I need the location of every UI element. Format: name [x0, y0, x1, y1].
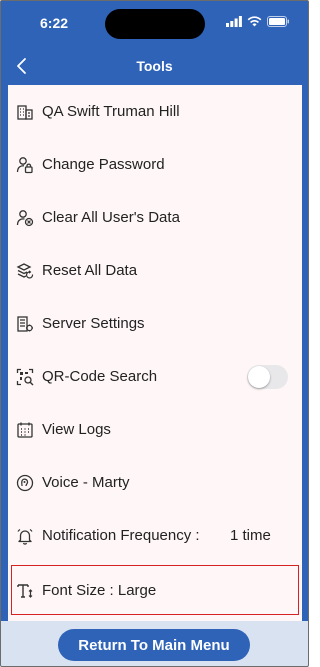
row-clear-user-data[interactable]: Clear All User's Data — [8, 191, 302, 244]
row-label: View Logs — [42, 421, 111, 438]
row-server-settings[interactable]: Server Settings — [8, 297, 302, 350]
battery-icon — [267, 16, 290, 27]
signal-icon — [226, 16, 242, 27]
row-reset-all-data[interactable]: Reset All Data — [8, 244, 302, 297]
row-qr-code-search: QR-Code Search — [8, 350, 302, 403]
row-change-password[interactable]: Change Password — [8, 138, 302, 191]
row-label: Reset All Data — [42, 262, 138, 279]
row-label: Change Password — [42, 156, 165, 173]
row-label: Voice - Marty — [42, 474, 130, 491]
phone-screen: 6:22 Tools QA Swift Truman Hill Change P… — [0, 0, 309, 667]
wifi-icon — [247, 16, 262, 27]
row-label: Clear All User's Data — [42, 209, 180, 226]
row-label: Notification Frequency : — [42, 527, 200, 544]
status-icons — [226, 16, 290, 27]
bell-icon — [16, 527, 34, 545]
user-clear-icon — [16, 209, 34, 227]
row-account[interactable]: QA Swift Truman Hill — [8, 85, 302, 138]
notification-frequency-value: 1 time — [230, 527, 271, 544]
server-icon — [16, 315, 34, 333]
calendar-log-icon — [16, 421, 34, 439]
reset-data-icon — [16, 262, 34, 280]
qr-code-search-toggle[interactable] — [247, 365, 288, 389]
status-bar: 6:22 — [1, 1, 308, 47]
tools-list: QA Swift Truman Hill Change Password Cle… — [8, 85, 302, 621]
status-time: 6:22 — [40, 15, 69, 31]
footer-bar: Return To Main Menu — [1, 621, 308, 666]
toggle-knob — [248, 366, 270, 388]
row-view-logs[interactable]: View Logs — [8, 403, 302, 456]
user-lock-icon — [16, 156, 34, 174]
voice-icon — [16, 474, 34, 492]
qr-search-icon — [16, 368, 34, 386]
row-label: QR-Code Search — [42, 368, 158, 385]
row-label: QA Swift Truman Hill — [42, 103, 180, 120]
dynamic-island — [105, 9, 205, 39]
row-notification-frequency[interactable]: Notification Frequency : 1 time — [8, 509, 302, 562]
page-title: Tools — [136, 58, 173, 74]
return-to-main-menu-button[interactable]: Return To Main Menu — [58, 629, 250, 661]
row-label: Server Settings — [42, 315, 145, 332]
nav-header: Tools — [1, 47, 308, 85]
row-voice[interactable]: Voice - Marty — [8, 456, 302, 509]
highlight-box — [11, 565, 299, 615]
building-icon — [16, 103, 34, 121]
